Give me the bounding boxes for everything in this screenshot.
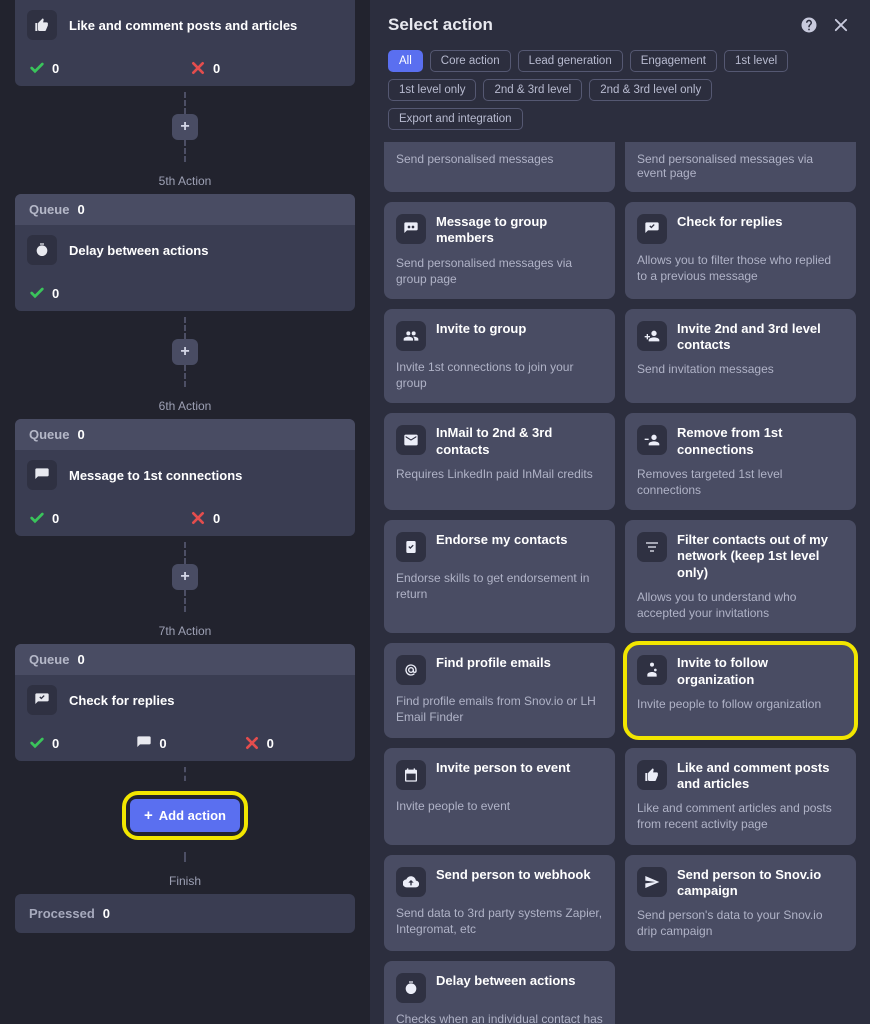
org-icon <box>637 655 667 685</box>
filter-engagement[interactable]: Engagement <box>630 50 717 72</box>
action-inmail[interactable]: InMail to 2nd & 3rd contacts Requires Li… <box>384 413 615 510</box>
action-label-6: 6th Action <box>15 399 355 413</box>
action-message-group[interactable]: Message to group members Send personalis… <box>384 202 615 299</box>
plus-icon: + <box>144 807 153 824</box>
card-title: Like and comment posts and articles <box>69 18 297 33</box>
card-title: Message to 1st connections <box>69 468 242 483</box>
action-invite-event[interactable]: Invite person to event Invite people to … <box>384 748 615 845</box>
action-like-comment[interactable]: Like and comment posts and articles Like… <box>625 748 856 845</box>
flow-card-delay[interactable]: Queue 0 Delay between actions 0 <box>15 194 355 311</box>
finish-label: Finish <box>15 874 355 888</box>
stat-success: 0 <box>29 510 180 526</box>
add-action-button[interactable]: + Add action <box>130 799 240 832</box>
action-webhook[interactable]: Send person to webhook Send data to 3rd … <box>384 855 615 952</box>
close-icon[interactable] <box>830 14 852 36</box>
action-find-emails[interactable]: Find profile emails Find profile emails … <box>384 643 615 737</box>
stat-success: 0 <box>29 60 180 76</box>
stat-fail: 0 <box>190 60 341 76</box>
action-label-5: 5th Action <box>15 174 355 188</box>
mail-icon <box>396 425 426 455</box>
panel-title: Select action <box>388 15 788 35</box>
person-add-icon <box>637 321 667 351</box>
filter-chips: All Core action Lead generation Engageme… <box>370 46 870 142</box>
action-endorse[interactable]: Endorse my contacts Endorse skills to ge… <box>384 520 615 633</box>
action-card-partial[interactable]: Send personalised messages <box>384 142 615 192</box>
action-filter-contacts[interactable]: Filter contacts out of my network (keep … <box>625 520 856 633</box>
card-title: Delay between actions <box>69 243 208 258</box>
reply-icon <box>27 685 57 715</box>
filter-1st[interactable]: 1st level <box>724 50 788 72</box>
stat-replied: 0 <box>136 735 233 751</box>
add-node-button[interactable]: + <box>172 114 198 140</box>
filter-icon <box>637 532 667 562</box>
stopwatch-icon <box>27 235 57 265</box>
reply-icon <box>637 214 667 244</box>
action-remove-1st[interactable]: Remove from 1st connections Removes targ… <box>625 413 856 510</box>
help-icon[interactable] <box>798 14 820 36</box>
send-icon <box>637 867 667 897</box>
queue-label: Queue <box>29 202 69 217</box>
add-action-highlight: + Add action <box>122 791 248 840</box>
calendar-icon <box>396 760 426 790</box>
cloud-upload-icon <box>396 867 426 897</box>
action-label-7: 7th Action <box>15 624 355 638</box>
add-node-button[interactable]: + <box>172 564 198 590</box>
stat-fail: 0 <box>244 735 341 751</box>
action-card-partial[interactable]: Send personalised messages via event pag… <box>625 142 856 192</box>
person-remove-icon <box>637 425 667 455</box>
stopwatch-icon <box>396 973 426 1003</box>
thumbs-up-icon <box>27 10 57 40</box>
filter-all[interactable]: All <box>388 50 423 72</box>
action-invite-group[interactable]: Invite to group Invite 1st connections t… <box>384 309 615 403</box>
filter-core[interactable]: Core action <box>430 50 511 72</box>
card-title: Check for replies <box>69 693 175 708</box>
badge-icon <box>396 532 426 562</box>
stat-fail: 0 <box>190 510 341 526</box>
stat-success: 0 <box>29 285 341 301</box>
action-invite-23[interactable]: Invite 2nd and 3rd level contacts Send i… <box>625 309 856 403</box>
chat-group-icon <box>396 214 426 244</box>
action-check-replies[interactable]: Check for replies Allows you to filter t… <box>625 202 856 299</box>
action-invite-follow-org[interactable]: Invite to follow organization Invite peo… <box>625 643 856 737</box>
filter-1st-only[interactable]: 1st level only <box>388 79 476 101</box>
at-icon <box>396 655 426 685</box>
filter-23-only[interactable]: 2nd & 3rd level only <box>589 79 712 101</box>
select-action-panel: Select action All Core action Lead gener… <box>370 0 870 1024</box>
group-icon <box>396 321 426 351</box>
add-node-button[interactable]: + <box>172 339 198 365</box>
filter-export[interactable]: Export and integration <box>388 108 523 130</box>
flow-card-like[interactable]: Like and comment posts and articles 0 0 <box>15 0 355 86</box>
filter-lead[interactable]: Lead generation <box>518 50 623 72</box>
stat-success: 0 <box>29 735 126 751</box>
action-delay[interactable]: Delay between actions Checks when an ind… <box>384 961 615 1024</box>
action-snov[interactable]: Send person to Snov.io campaign Send per… <box>625 855 856 952</box>
flow-card-message-1st[interactable]: Queue 0 Message to 1st connections 0 0 <box>15 419 355 536</box>
thumbs-up-icon <box>637 760 667 790</box>
flow-card-check-replies[interactable]: Queue 0 Check for replies 0 0 0 <box>15 644 355 761</box>
chat-icon <box>27 460 57 490</box>
filter-23[interactable]: 2nd & 3rd level <box>483 79 582 101</box>
processed-bar: Processed 0 <box>15 894 355 933</box>
